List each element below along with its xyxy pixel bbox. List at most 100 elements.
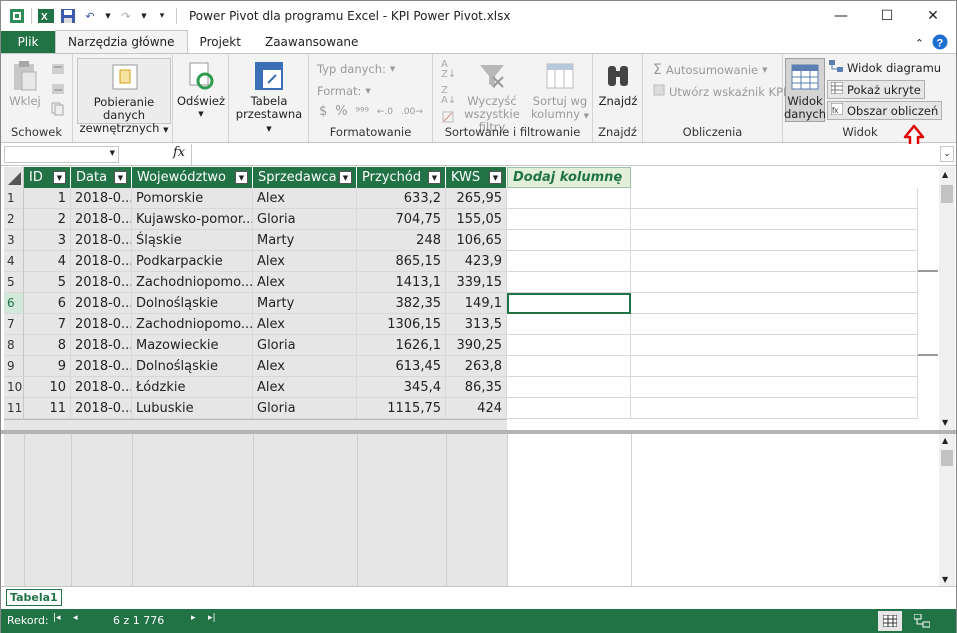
cell-spr[interactable]: Gloria xyxy=(253,398,357,419)
cell-add-column[interactable] xyxy=(507,209,631,230)
create-kpi-button[interactable]: Utwórz wskaźnik KPI xyxy=(653,84,786,99)
cell-data[interactable]: 2018-0... xyxy=(71,251,132,272)
paste-append-icon[interactable] xyxy=(51,62,65,79)
minimize-button[interactable]: — xyxy=(818,1,864,31)
sort-ascending-icon[interactable]: A Z↓ xyxy=(441,60,456,80)
column-header-sprzedawca[interactable]: Sprzedawca ▼ xyxy=(253,167,357,188)
find-button[interactable]: Znajdź xyxy=(597,60,639,108)
diagram-view-status-icon[interactable] xyxy=(910,611,934,631)
cell-prz[interactable]: 1626,1 xyxy=(357,335,446,356)
diagram-view-button[interactable]: Widok diagramu xyxy=(829,60,941,75)
cell-data[interactable]: 2018-0... xyxy=(71,398,132,419)
decrease-decimal-icon[interactable]: .00→ xyxy=(401,107,423,117)
cell-data[interactable]: 2018-0... xyxy=(71,188,132,209)
cell-prz[interactable]: 865,15 xyxy=(357,251,446,272)
autosum-button[interactable]: Σ Autosumowanie ▼ xyxy=(653,62,767,78)
cell-spr[interactable]: Marty xyxy=(253,230,357,251)
table-row[interactable]: 11 11 2018-0... Lubuskie Gloria 1115,75 424 xyxy=(4,398,938,419)
table-row[interactable]: 2 2 2018-0... Kujawsko-pomor... Gloria 704,75… xyxy=(4,209,938,230)
row-number[interactable]: 4 xyxy=(4,251,24,272)
cell-spr[interactable]: Marty xyxy=(253,293,357,314)
increase-decimal-icon[interactable]: ←.0 xyxy=(377,107,393,117)
column-header-wojewodztwo[interactable]: Województwo ▼ xyxy=(132,167,253,188)
cell-prz[interactable]: 1413,1 xyxy=(357,272,446,293)
cell-woj[interactable]: Zachodniopomo... xyxy=(132,272,253,293)
cell-woj[interactable]: Pomorskie xyxy=(132,188,253,209)
cell-kws[interactable]: 423,9 xyxy=(446,251,507,272)
cell-woj[interactable]: Łódzkie xyxy=(132,377,253,398)
upper-vertical-scrollbar[interactable]: ▲ ▼ xyxy=(939,167,955,430)
cell-prz[interactable]: 345,4 xyxy=(357,377,446,398)
refresh-button[interactable]: Odśwież ▼ xyxy=(177,60,225,121)
cell-kws[interactable]: 106,65 xyxy=(446,230,507,251)
cell-spr[interactable]: Gloria xyxy=(253,209,357,230)
cell-data[interactable]: 2018-0... xyxy=(71,293,132,314)
filter-dropdown-icon[interactable]: ▼ xyxy=(53,171,66,184)
cell-add-column[interactable] xyxy=(507,335,631,356)
cell-data[interactable]: 2018-0... xyxy=(71,209,132,230)
cell-add-column[interactable] xyxy=(507,314,631,335)
cell-spr[interactable]: Gloria xyxy=(253,335,357,356)
tab-design[interactable]: Projekt xyxy=(188,31,253,53)
column-header-id[interactable]: ID ▼ xyxy=(24,167,71,188)
row-number[interactable]: 9 xyxy=(4,356,24,377)
add-column-header[interactable]: Dodaj kolumnę xyxy=(507,167,631,188)
next-record-icon[interactable]: ▸ xyxy=(191,613,196,623)
cell-kws[interactable]: 313,5 xyxy=(446,314,507,335)
cell-woj[interactable]: Zachodniopomo... xyxy=(132,314,253,335)
cell-prz[interactable]: 1115,75 xyxy=(357,398,446,419)
row-number[interactable]: 8 xyxy=(4,335,24,356)
cell-add-column[interactable] xyxy=(507,356,631,377)
table-row[interactable]: 10 10 2018-0... Łódzkie Alex 345,4 86,35 xyxy=(4,377,938,398)
table-row[interactable]: 3 3 2018-0... Śląskie Marty 248 106,65 xyxy=(4,230,938,251)
cell-prz[interactable]: 382,35 xyxy=(357,293,446,314)
get-external-data-button[interactable]: Pobieranie danych zewnętrznych ▼ xyxy=(77,58,171,135)
cell-add-column[interactable] xyxy=(507,230,631,251)
cell-data[interactable]: 2018-0... xyxy=(71,356,132,377)
cell-prz[interactable]: 633,2 xyxy=(357,188,446,209)
cell-id[interactable]: 4 xyxy=(24,251,71,272)
filter-dropdown-icon[interactable]: ▼ xyxy=(339,171,352,184)
thousands-separator-button[interactable]: ⁹⁹⁹ xyxy=(356,105,369,118)
redo-icon[interactable]: ↷ xyxy=(118,8,134,24)
collapse-ribbon-icon[interactable]: ⌃ xyxy=(915,37,924,50)
cell-id[interactable]: 8 xyxy=(24,335,71,356)
row-number[interactable]: 5 xyxy=(4,272,24,293)
cell-woj[interactable]: Śląskie xyxy=(132,230,253,251)
column-header-kws[interactable]: KWS ▼ xyxy=(446,167,507,188)
cell-data[interactable]: 2018-0... xyxy=(71,230,132,251)
cell-woj[interactable]: Dolnośląskie xyxy=(132,293,253,314)
selected-cell[interactable] xyxy=(507,293,631,314)
row-number[interactable]: 3 xyxy=(4,230,24,251)
cell-data[interactable]: 2018-0... xyxy=(71,377,132,398)
cell-woj[interactable]: Kujawsko-pomor... xyxy=(132,209,253,230)
sort-by-column-button[interactable]: Sortuj wg kolumny ▼ xyxy=(529,60,591,123)
undo-icon[interactable]: ↶ xyxy=(82,8,98,24)
cell-data[interactable]: 2018-0... xyxy=(71,314,132,335)
percent-button[interactable]: % xyxy=(335,104,347,119)
cell-woj[interactable]: Mazowieckie xyxy=(132,335,253,356)
clear-all-filters-button[interactable]: Wyczyść wszystkie filtry xyxy=(459,60,525,134)
calculation-area-button[interactable]: fx Obszar obliczeń xyxy=(827,101,943,120)
cell-data[interactable]: 2018-0... xyxy=(71,335,132,356)
name-box[interactable]: ▼ xyxy=(4,146,119,163)
cell-kws[interactable]: 155,05 xyxy=(446,209,507,230)
cell-add-column[interactable] xyxy=(507,251,631,272)
row-number[interactable]: 2 xyxy=(4,209,24,230)
row-number[interactable]: 10 xyxy=(4,377,24,398)
cell-id[interactable]: 3 xyxy=(24,230,71,251)
undo-dropdown-icon[interactable]: ▼ xyxy=(104,8,112,24)
cell-data[interactable]: 2018-0... xyxy=(71,272,132,293)
cell-add-column[interactable] xyxy=(507,398,631,419)
customize-toolbar-icon[interactable]: ▾ xyxy=(154,8,170,24)
cell-kws[interactable]: 390,25 xyxy=(446,335,507,356)
row-number[interactable]: 11 xyxy=(4,398,24,419)
table-row[interactable]: 9 9 2018-0... Dolnośląskie Alex 613,45 263,8 xyxy=(4,356,938,377)
table-row[interactable]: 1 1 2018-0... Pomorskie Alex 633,2 265,95 xyxy=(4,188,938,209)
tab-advanced[interactable]: Zaawansowane xyxy=(253,31,370,53)
cell-id[interactable]: 1 xyxy=(24,188,71,209)
sort-descending-icon[interactable]: Z A↓ xyxy=(441,86,456,106)
cell-woj[interactable]: Dolnośląskie xyxy=(132,356,253,377)
cell-kws[interactable]: 265,95 xyxy=(446,188,507,209)
calculation-area[interactable] xyxy=(4,434,938,586)
